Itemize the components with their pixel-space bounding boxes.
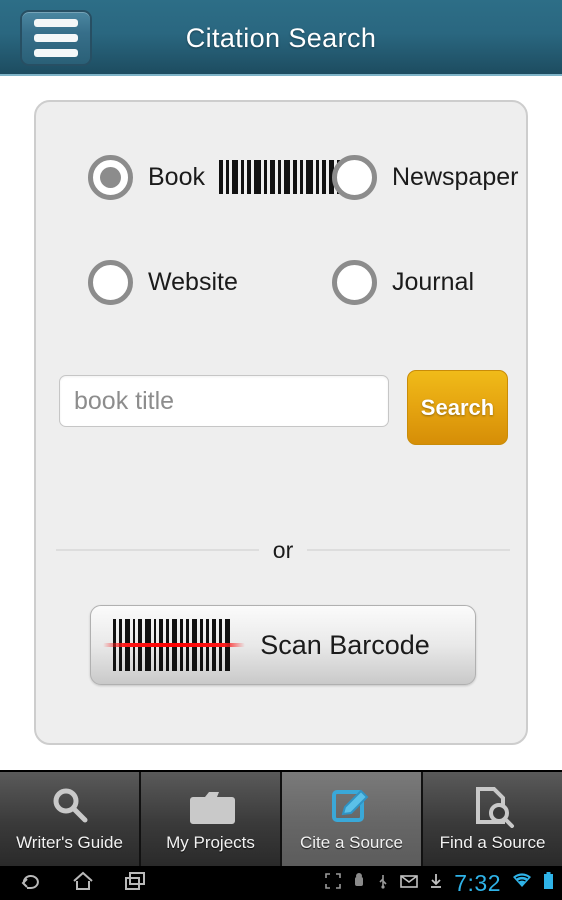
android-icon xyxy=(352,872,366,894)
radio-newspaper-indicator[interactable] xyxy=(332,154,377,200)
app-header: Citation Search xyxy=(0,0,562,76)
or-divider: or xyxy=(56,535,511,565)
document-search-icon xyxy=(470,781,516,831)
system-nav-buttons xyxy=(20,871,146,896)
radio-website-indicator[interactable] xyxy=(88,259,133,305)
tab-cite-a-source[interactable]: Cite a Source xyxy=(282,772,423,866)
app-screen: Citation Search Book Newspaper Website J… xyxy=(0,0,562,900)
radio-newspaper-label: Newspaper xyxy=(392,162,519,191)
radio-book-label: Book xyxy=(148,162,205,191)
tab-label-cite-a-source: Cite a Source xyxy=(300,833,403,852)
tab-label-find-a-source: Find a Source xyxy=(439,833,546,852)
tab-label-my-projects: My Projects xyxy=(166,833,255,852)
radio-book-indicator[interactable] xyxy=(88,154,133,200)
tab-writers-guide[interactable]: Writer's Guide xyxy=(0,772,141,866)
android-system-bar: 7:32 xyxy=(0,866,562,900)
search-button[interactable]: Search xyxy=(407,370,508,445)
radio-website-label: Website xyxy=(148,267,238,296)
search-input[interactable]: book title xyxy=(59,375,389,427)
radio-option-book[interactable]: Book xyxy=(36,146,349,208)
wifi-icon xyxy=(512,872,532,894)
tab-my-projects[interactable]: My Projects xyxy=(141,772,282,866)
radio-journal-indicator[interactable] xyxy=(332,259,377,305)
page-title: Citation Search xyxy=(185,22,377,53)
download-icon xyxy=(429,873,443,894)
bottom-tab-bar: Writer's Guide My Projects Cite a Source xyxy=(0,770,562,866)
tab-label-writers-guide: Writer's Guide xyxy=(16,833,123,852)
folder-icon xyxy=(187,781,235,831)
tab-find-a-source[interactable]: Find a Source xyxy=(423,772,562,866)
back-icon[interactable] xyxy=(20,871,42,896)
radio-option-newspaper[interactable]: Newspaper xyxy=(296,146,530,208)
mail-icon xyxy=(400,874,419,893)
search-row: book title Search xyxy=(36,370,530,445)
status-icons: 7:32 xyxy=(325,870,554,897)
magnifier-icon xyxy=(48,781,92,831)
source-type-row-2: Website Journal xyxy=(36,251,530,313)
status-clock: 7:32 xyxy=(454,869,501,896)
usb-icon xyxy=(377,873,389,894)
source-type-row-1: Book Newspaper xyxy=(36,146,530,208)
divider-line-left xyxy=(56,549,259,551)
radio-option-website[interactable]: Website xyxy=(36,251,296,313)
home-icon[interactable] xyxy=(72,871,94,896)
pencil-note-icon xyxy=(329,781,375,831)
laser-line-icon xyxy=(103,643,245,647)
citation-search-card: Book Newspaper Website Journal book titl… xyxy=(34,100,528,745)
barcode-scan-icon xyxy=(103,619,245,671)
radio-journal-label: Journal xyxy=(392,267,474,296)
scan-barcode-label: Scan Barcode xyxy=(260,629,430,660)
expand-icon[interactable] xyxy=(325,872,342,894)
recents-icon[interactable] xyxy=(124,871,146,896)
divider-label: or xyxy=(272,536,294,563)
divider-line-right xyxy=(307,549,511,551)
battery-icon xyxy=(543,871,554,895)
radio-option-journal[interactable]: Journal xyxy=(296,251,530,313)
scan-barcode-button[interactable]: Scan Barcode xyxy=(90,605,476,685)
